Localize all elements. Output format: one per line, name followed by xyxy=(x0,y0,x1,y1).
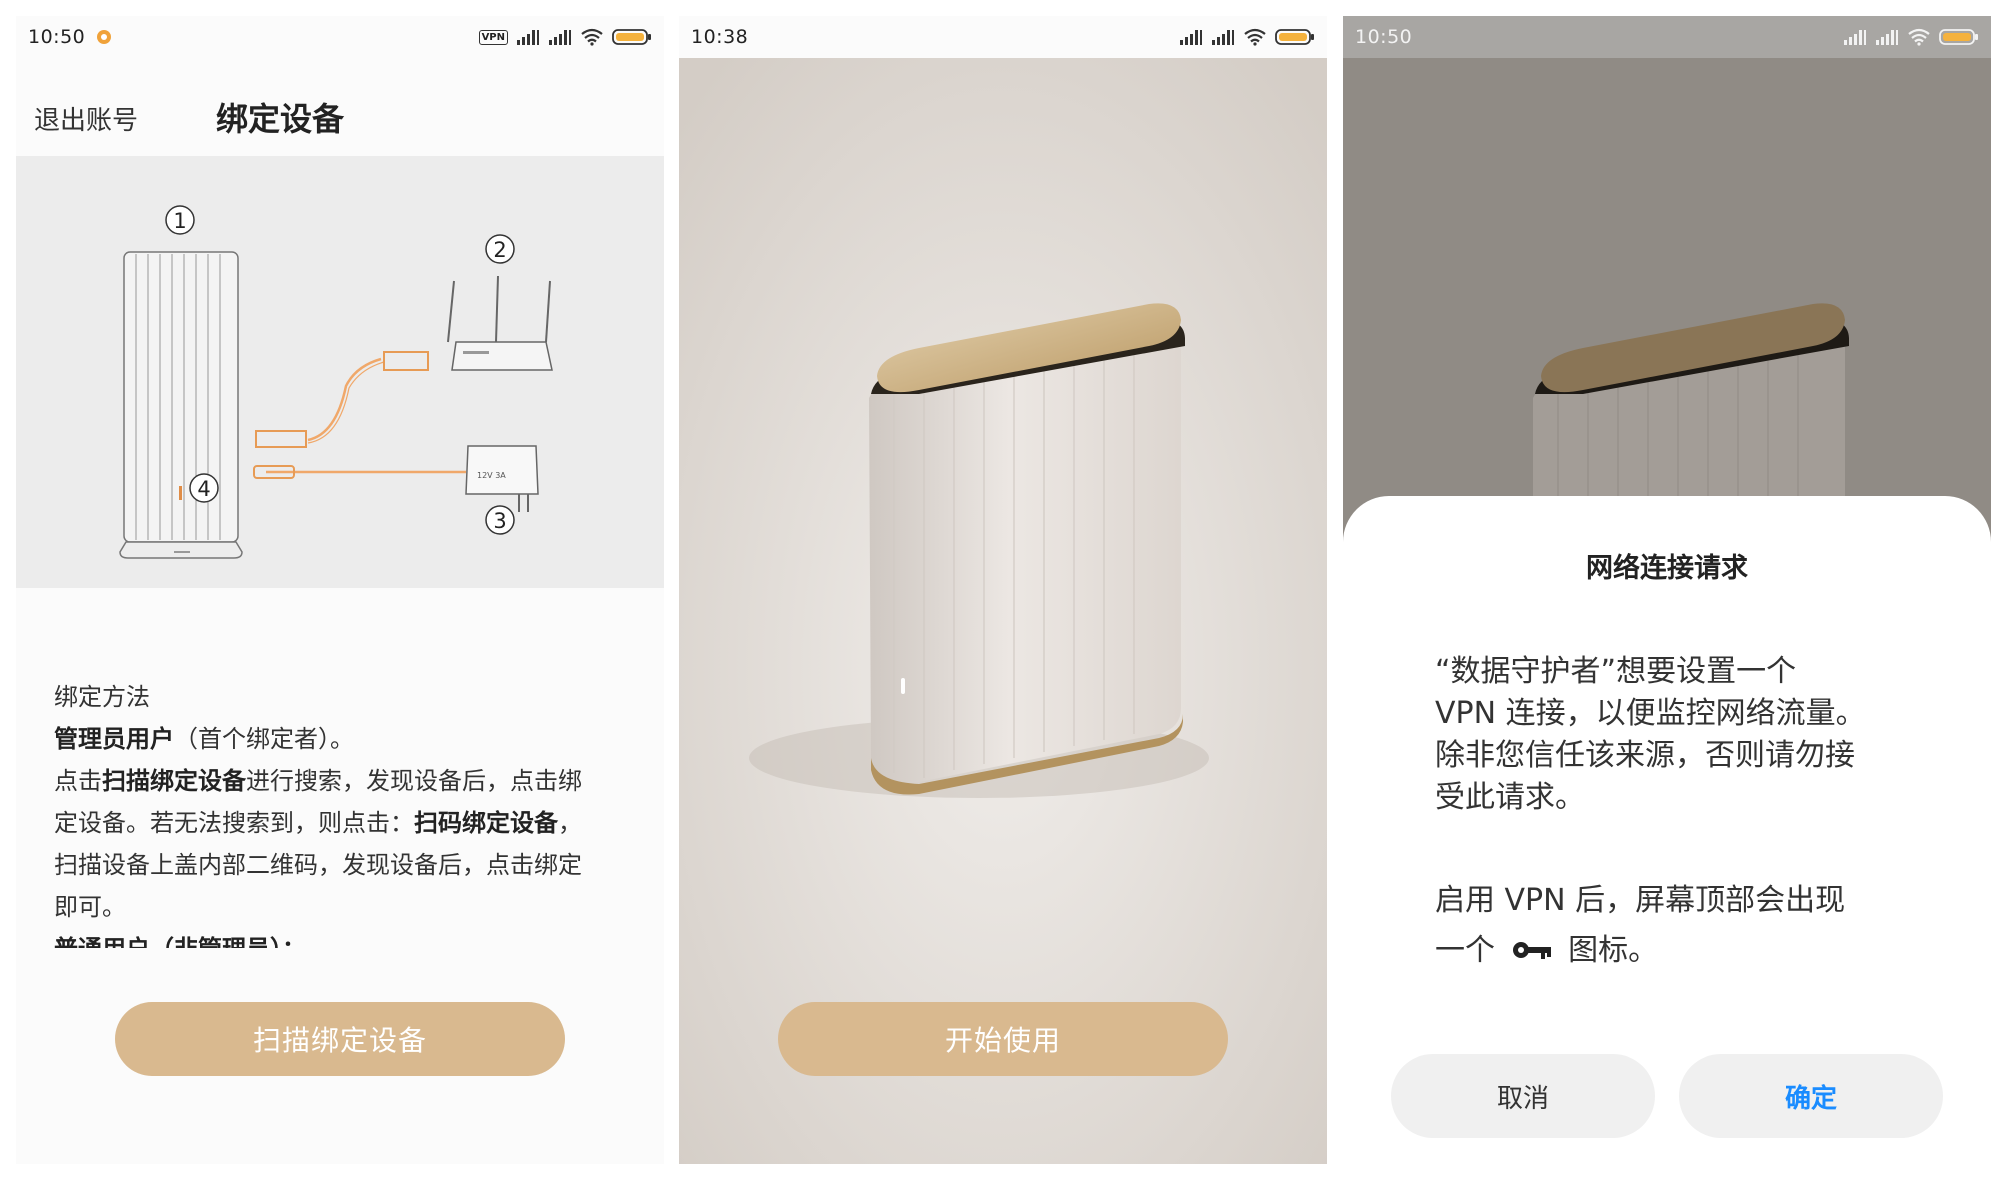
battery-icon xyxy=(1275,29,1314,45)
cancel-button[interactable]: 取消 xyxy=(1391,1054,1655,1138)
instruction-line-4: 即可。 xyxy=(54,893,126,921)
svg-text:1: 1 xyxy=(173,209,186,233)
status-time: 10:50 xyxy=(28,26,86,48)
signal-icon-2 xyxy=(1876,30,1898,45)
dialog-message-line-2: VPN 连接，以便监控网络流量。 xyxy=(1435,696,1866,731)
key-icon xyxy=(1511,927,1553,977)
svg-text:4: 4 xyxy=(197,477,210,501)
instructions-heading: 绑定方法 xyxy=(54,683,150,711)
signal-icon-2 xyxy=(1212,30,1234,45)
marker-4: 4 xyxy=(189,473,219,503)
svg-text:2: 2 xyxy=(493,238,506,262)
adapter-label: 12V 3A xyxy=(477,471,506,480)
vpn-status-icon: VPN xyxy=(478,29,508,45)
svg-text:3: 3 xyxy=(493,509,506,533)
bind-device-screen: 10:50 VPN 退出账号 绑定设备 12V 3A 1 2 3 4 绑定方法 … xyxy=(16,16,664,1164)
signal-icon xyxy=(517,30,539,45)
confirm-button[interactable]: 确定 xyxy=(1679,1054,1943,1138)
router-illustration xyxy=(447,275,553,371)
dialog-message-line-1: “数据守护者”想要设置一个 xyxy=(1435,654,1797,689)
status-time: 10:50 xyxy=(1355,26,1413,48)
signal-icon xyxy=(1180,30,1202,45)
notification-badge-icon xyxy=(97,30,112,44)
instruction-line-3: 扫描设备上盖内部二维码，发现设备后，点击绑定 xyxy=(54,851,582,879)
connection-diagram: 12V 3A 1 2 3 4 xyxy=(16,156,664,588)
dialog-message-line-4: 受此请求。 xyxy=(1435,780,1585,815)
wifi-icon xyxy=(1908,28,1930,46)
page-title: 绑定设备 xyxy=(215,100,344,138)
welcome-screen: 10:38 开始使用 xyxy=(679,16,1327,1164)
bind-instructions: 绑定方法 管理员用户（首个绑定者）。 点击扫描绑定设备进行搜索，发现设备后，点击… xyxy=(54,676,644,966)
scan-bind-device-button[interactable]: 扫描绑定设备 xyxy=(115,1002,565,1076)
dialog-title: 网络连接请求 xyxy=(1586,553,1748,584)
signal-icon xyxy=(1844,30,1866,45)
dialog-note: 启用 VPN 后，屏幕顶部会出现 一个 图标。 xyxy=(1435,876,1915,977)
wifi-icon xyxy=(1244,28,1266,46)
dialog-message: “数据守护者”想要设置一个 VPN 连接，以便监控网络流量。 除非您信任该来源，… xyxy=(1435,651,1915,819)
wifi-icon xyxy=(581,28,603,46)
admin-line: 管理员用户（首个绑定者）。 xyxy=(54,725,354,753)
battery-icon xyxy=(1939,29,1978,45)
device-illustration xyxy=(119,251,243,559)
dialog-message-line-3: 除非您信任该来源，否则请勿接 xyxy=(1435,738,1855,773)
status-bar: 10:38 xyxy=(679,16,1327,58)
marker-3: 3 xyxy=(485,505,515,535)
instruction-line-2: 定设备。若无法搜索到，则点击：扫码绑定设备， xyxy=(54,809,582,837)
marker-2: 2 xyxy=(485,234,515,264)
status-time: 10:38 xyxy=(691,26,749,48)
status-bar: 10:50 VPN xyxy=(16,16,664,58)
start-using-button[interactable]: 开始使用 xyxy=(778,1002,1228,1076)
vpn-request-dialog: 网络连接请求 “数据守护者”想要设置一个 VPN 连接，以便监控网络流量。 除非… xyxy=(1343,496,1991,1164)
product-hero-image xyxy=(679,58,1327,1164)
signal-icon-2 xyxy=(549,30,571,45)
instruction-line-5: 普通用户（非管理员）： xyxy=(54,928,644,948)
vpn-permission-screen: 10:50 网络连接请求 “数据守护者”想要设置一个 VPN 连接，以便监控网络… xyxy=(1343,16,1991,1164)
dialog-note-line-1: 启用 VPN 后，屏幕顶部会出现 xyxy=(1435,883,1846,918)
instruction-line-1: 点击扫描绑定设备进行搜索，发现设备后，点击绑 xyxy=(54,767,582,795)
header: 退出账号 绑定设备 xyxy=(16,64,664,164)
marker-1: 1 xyxy=(165,205,195,235)
battery-icon xyxy=(612,29,651,45)
power-adapter-illustration: 12V 3A xyxy=(465,445,539,512)
status-bar: 10:50 xyxy=(1343,16,1991,58)
cables-illustration xyxy=(253,351,466,479)
dialog-note-line-2: 一个 图标。 xyxy=(1435,926,1915,977)
